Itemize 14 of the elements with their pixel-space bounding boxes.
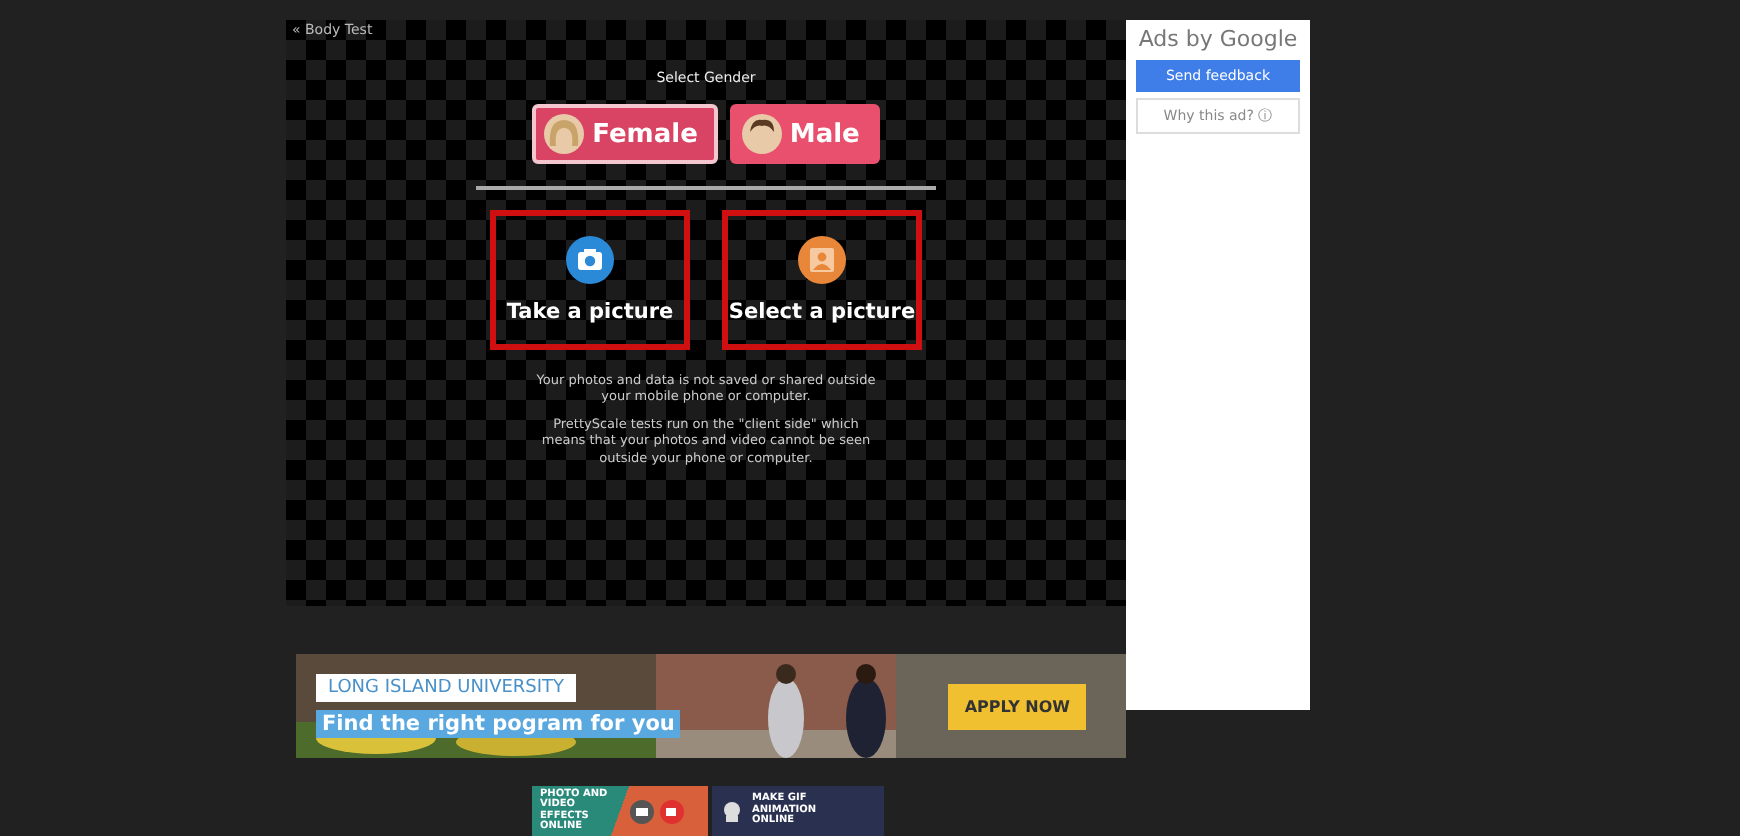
camera-icon (566, 236, 614, 284)
avatar-icon (741, 114, 782, 154)
ad-headline: Find the right pogram for you (316, 710, 681, 738)
ads-by-google-label: Ads by Google (1138, 26, 1298, 52)
picture-option-button[interactable]: Take a picture (490, 210, 690, 350)
ad-banner[interactable]: LONG ISLAND UNIVERSITY Find the right pogram for you APPLY NOW (296, 654, 1126, 758)
avatar-icon (544, 114, 585, 154)
picture-option-button[interactable]: Select a picture (722, 210, 922, 350)
gender-button[interactable]: Male (729, 104, 880, 164)
camera-video-icons (628, 799, 688, 823)
gender-button[interactable]: Female (532, 104, 718, 164)
university-name: LONG ISLAND UNIVERSITY (316, 674, 577, 702)
photo-gallery-icon (798, 236, 846, 284)
apply-now-button[interactable]: APPLY NOW (948, 683, 1086, 729)
